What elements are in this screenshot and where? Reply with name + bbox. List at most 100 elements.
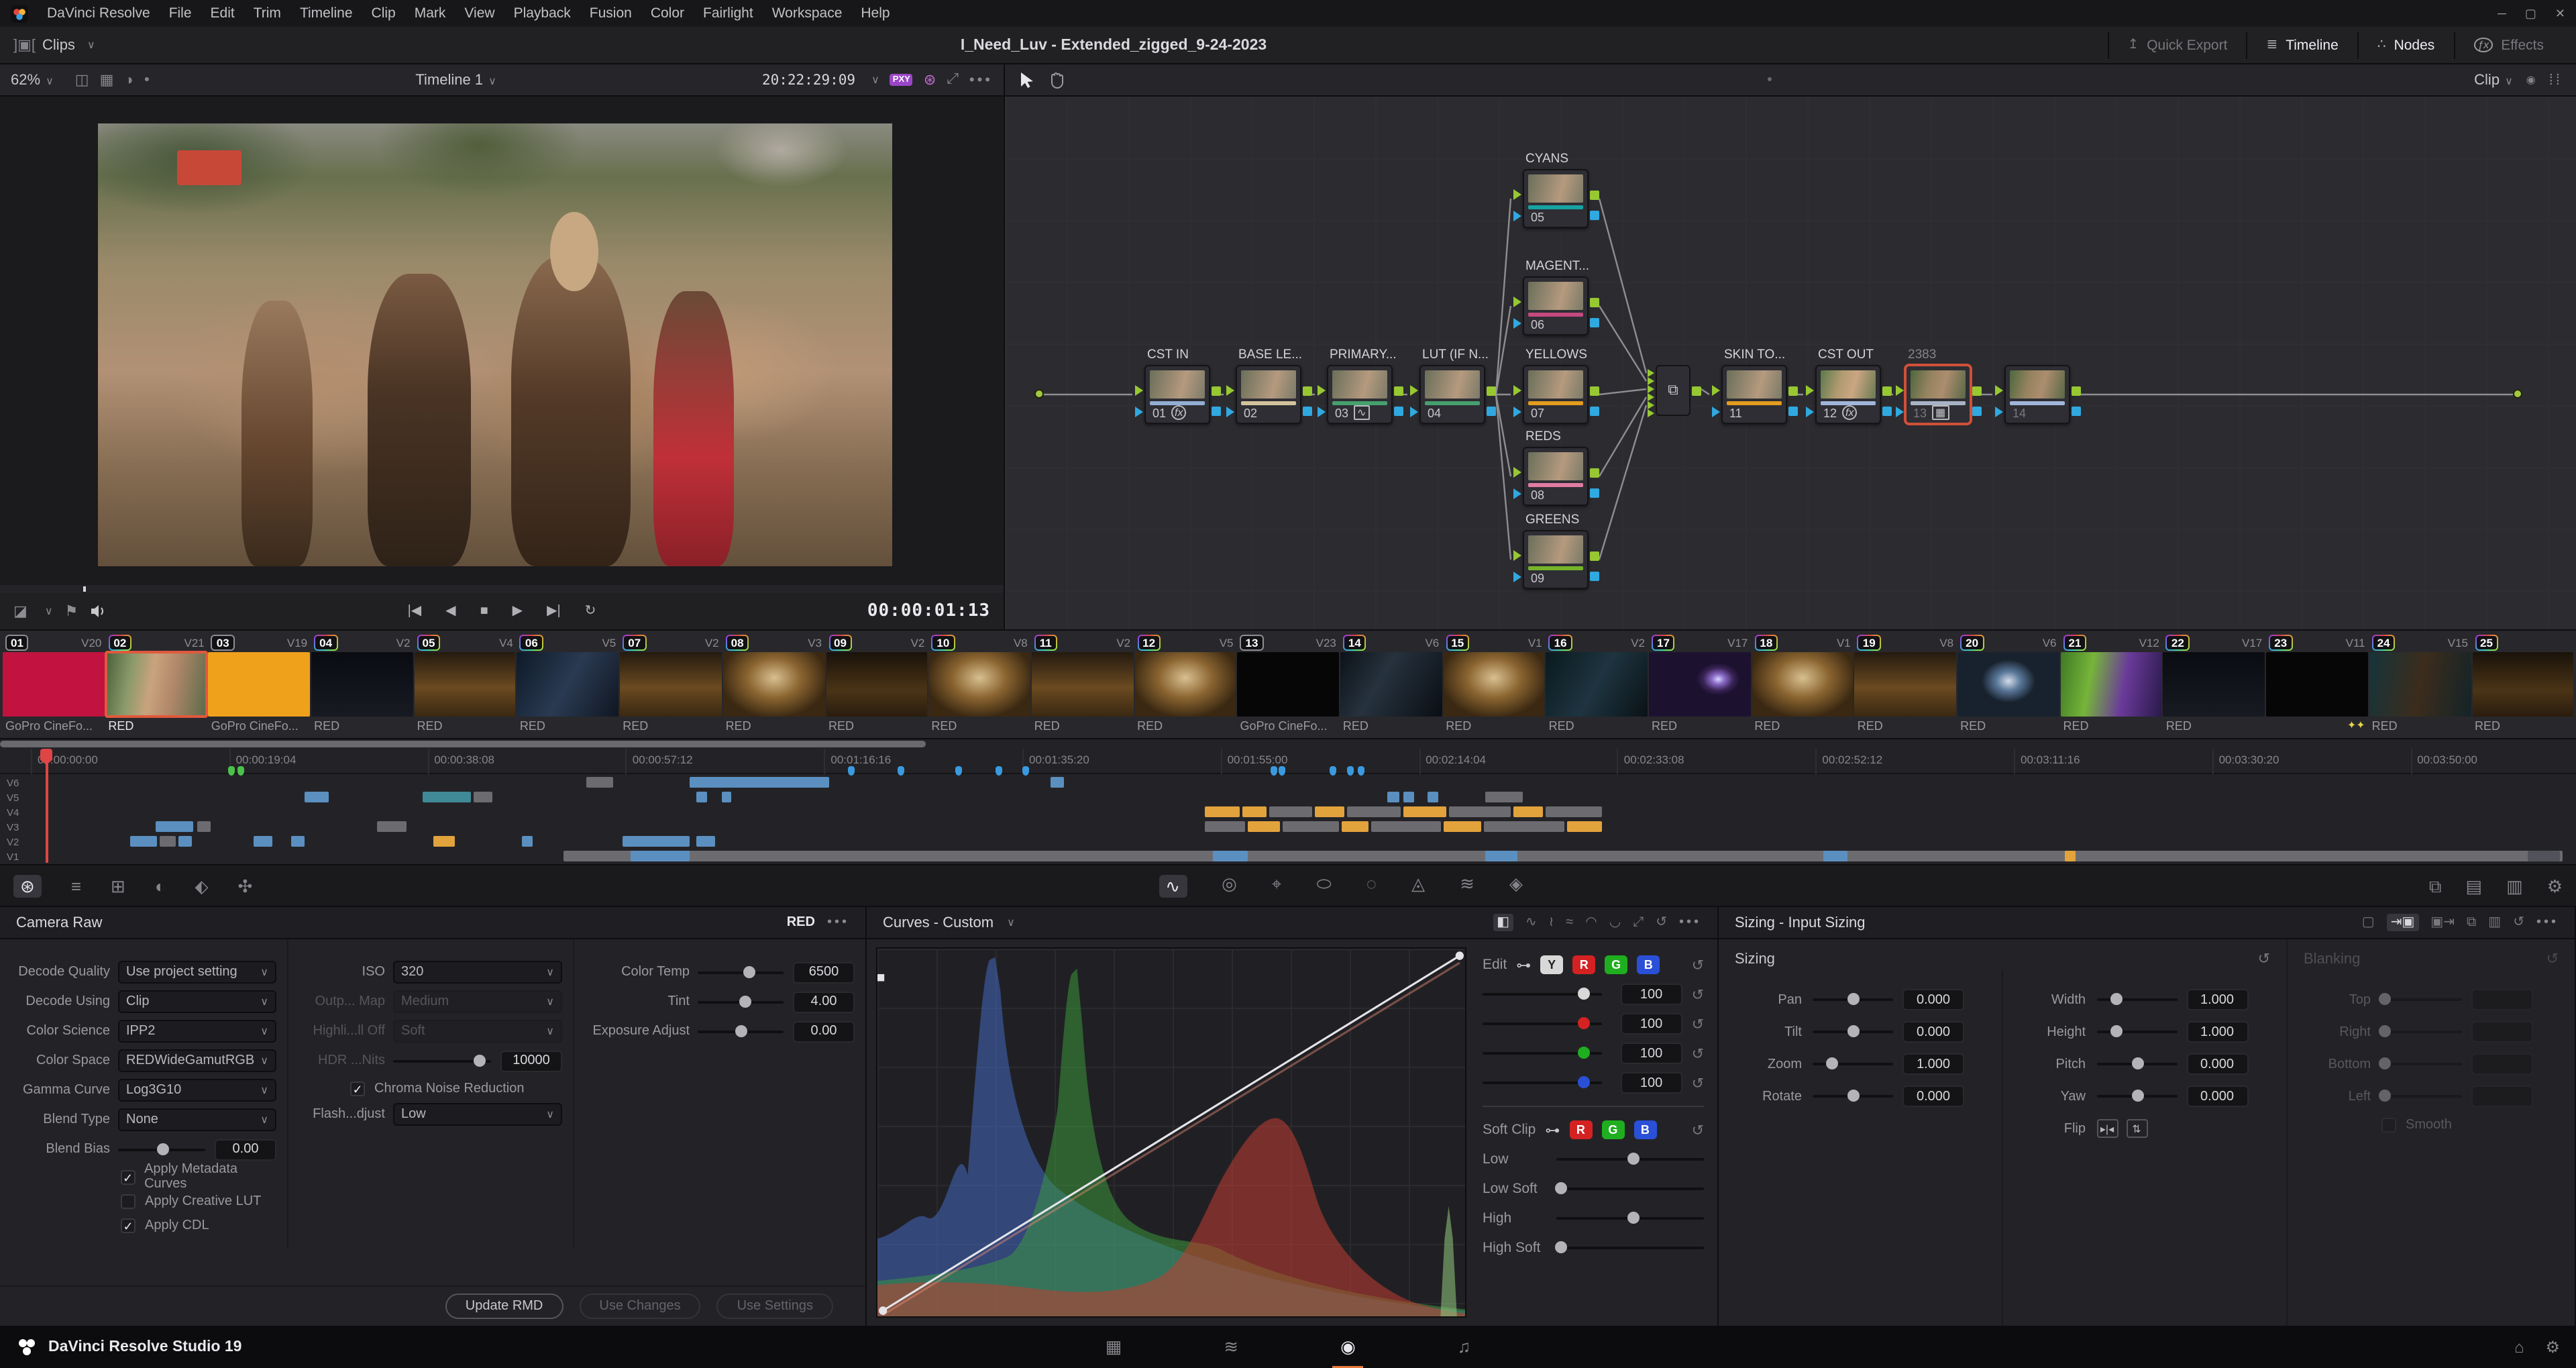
clip-24[interactable]: 24V15RED xyxy=(2369,632,2471,737)
clip-01[interactable]: 01V20GoPro CineFo... xyxy=(3,632,104,737)
node-13-2383[interactable]: 238313▦ xyxy=(1905,365,1971,424)
rgb-output-port[interactable] xyxy=(1487,386,1496,396)
sizing-slider-tilt[interactable] xyxy=(1813,1031,1893,1033)
color-page-icon[interactable]: ◉ xyxy=(1332,1330,1364,1363)
curves-layout-icon[interactable]: ◧ xyxy=(1493,914,1513,931)
primaries-bars-icon[interactable]: ≡ xyxy=(71,877,81,894)
clip-thumbnail[interactable] xyxy=(1032,652,1133,717)
key-input-port[interactable] xyxy=(1513,211,1527,221)
clip-thumbnail[interactable] xyxy=(2163,652,2265,717)
clip-14[interactable]: 14V6RED xyxy=(1340,632,1442,737)
timeline-clip-block[interactable] xyxy=(1513,806,1543,817)
sizing-slider-left[interactable] xyxy=(2381,1095,2462,1098)
clip-19[interactable]: 19V8RED xyxy=(1855,632,1956,737)
key-input-port[interactable] xyxy=(1712,407,1725,417)
value-exposure-adjust[interactable]: 0.00 xyxy=(793,1020,855,1042)
curve-type-2-icon[interactable]: ≀ xyxy=(1549,915,1554,930)
camera-raw-options-icon[interactable]: ••• xyxy=(827,915,849,930)
clip-11[interactable]: 11V2RED xyxy=(1032,632,1133,737)
timeline-clip-block[interactable] xyxy=(1248,821,1280,832)
slider-knob[interactable] xyxy=(2379,1057,2391,1069)
timeline-clip-block[interactable] xyxy=(474,792,492,802)
node-tree-output-dot[interactable] xyxy=(2513,389,2522,399)
menu-item-view[interactable]: View xyxy=(464,5,494,21)
curve-gain-slider[interactable] xyxy=(1483,1022,1602,1025)
clip-thumbnail[interactable] xyxy=(1340,652,1442,717)
select-highli-ll-off[interactable]: Soft∨ xyxy=(393,1020,562,1043)
quick-export-toggle[interactable]: ↥Quick Export xyxy=(2107,32,2246,58)
soft-clip-slider[interactable] xyxy=(1556,1158,1704,1161)
channel-g-button[interactable]: G xyxy=(1605,955,1627,974)
key-icon[interactable]: ◈ xyxy=(1509,874,1523,897)
clips-dropdown[interactable]: Clips xyxy=(42,37,75,53)
color-wheels-icon[interactable]: ⊛ xyxy=(13,874,42,897)
value-hdr-nits[interactable]: 10000 xyxy=(500,1050,562,1071)
curves-icon[interactable]: ∿ xyxy=(1159,874,1187,897)
node-graph-canvas[interactable]: CST IN01fxBASE LE...02PRIMARY...03∿LUT (… xyxy=(1005,97,2576,629)
node-view-mode[interactable]: Clip∨ xyxy=(2474,72,2513,88)
rgb-input-port[interactable] xyxy=(1896,385,1909,396)
flip-vertical-icon[interactable]: ⇅ xyxy=(2126,1119,2147,1138)
media-page-icon[interactable]: ▦ xyxy=(1097,1330,1130,1363)
clip-thumbnail[interactable] xyxy=(1546,652,1648,717)
slider-exposure-adjust[interactable] xyxy=(698,1030,784,1033)
timeline-clip-block[interactable] xyxy=(197,821,211,832)
color-match-icon[interactable]: ⊞ xyxy=(111,877,125,894)
clip-17[interactable]: 17V17RED xyxy=(1649,632,1750,737)
clip-thumbnail[interactable] xyxy=(415,652,516,717)
curves-options-icon[interactable]: ••• xyxy=(1679,915,1701,930)
viewer-zoom-select[interactable]: 62%∨ xyxy=(11,72,54,88)
timeline-clip-block[interactable] xyxy=(1403,792,1414,802)
step-back-button[interactable]: ◀ xyxy=(445,604,455,619)
timeline-clip-block[interactable] xyxy=(130,836,157,847)
crop-mode-icon[interactable]: ▢ xyxy=(2362,915,2375,930)
timeline-clip-block[interactable] xyxy=(1484,821,1564,832)
menu-item-edit[interactable]: Edit xyxy=(211,5,235,21)
timeline-clip-block[interactable] xyxy=(160,836,176,847)
viewer-scrubber[interactable] xyxy=(0,585,1004,593)
timeline-clip-block[interactable] xyxy=(1342,821,1368,832)
slider-color-temp[interactable] xyxy=(698,971,784,974)
menu-item-mark[interactable]: Mark xyxy=(415,5,446,21)
mixer-input-port[interactable] xyxy=(1648,393,1658,401)
scrubber-playhead[interactable] xyxy=(83,586,86,592)
sizing-slider-right[interactable] xyxy=(2381,1031,2462,1033)
timeline-clip-block[interactable] xyxy=(1269,806,1312,817)
input-sizing-icon[interactable]: ⇥▣ xyxy=(2387,914,2419,931)
image-wipe-icon[interactable]: ◪ xyxy=(13,602,28,620)
mixer-input-port[interactable] xyxy=(1648,401,1658,409)
gallery-icon[interactable]: ]▣[ xyxy=(13,36,36,54)
sizing-slider-pitch[interactable] xyxy=(2096,1063,2177,1065)
node-03-primary[interactable]: PRIMARY...03∿ xyxy=(1327,365,1393,424)
slider-knob[interactable] xyxy=(739,995,751,1007)
node-11-skin-to[interactable]: SKIN TO...11 xyxy=(1721,365,1787,424)
sizing-slider-zoom[interactable] xyxy=(1813,1063,1893,1065)
splitscreen-icon[interactable]: ⧉ xyxy=(2429,877,2442,894)
clip-thumbnail[interactable] xyxy=(311,652,413,717)
menu-item-timeline[interactable]: Timeline xyxy=(300,5,353,21)
clip-thumbnail[interactable] xyxy=(2472,652,2573,717)
timeline-clip-block[interactable] xyxy=(1315,806,1344,817)
rgb-input-port[interactable] xyxy=(1513,467,1527,478)
rgb-output-port[interactable] xyxy=(1972,386,1982,396)
fairlight-page-icon[interactable]: ♫ xyxy=(1450,1330,1479,1363)
slider-knob[interactable] xyxy=(474,1054,486,1066)
timeline-clip-block[interactable] xyxy=(2528,851,2560,861)
soft-clip-b-button[interactable]: B xyxy=(1633,1120,1656,1139)
slider-knob[interactable] xyxy=(2110,993,2123,1005)
rgb-output-port[interactable] xyxy=(1394,386,1403,396)
curves-mode-chevron-icon[interactable]: ∨ xyxy=(1007,916,1015,929)
key-output-port[interactable] xyxy=(1590,488,1599,498)
timeline-clip-block[interactable] xyxy=(1242,806,1267,817)
slider-knob[interactable] xyxy=(1577,988,1589,1000)
select-outp-map[interactable]: Medium∨ xyxy=(393,990,562,1013)
loop-button[interactable]: ↻ xyxy=(585,604,596,619)
clip-04[interactable]: 04V2RED xyxy=(311,632,413,737)
curves-histogram[interactable] xyxy=(876,947,1466,1318)
camera-raw-format-badge[interactable]: RED xyxy=(787,915,815,930)
timeline-clip-block[interactable] xyxy=(178,836,192,847)
timeline-toggle[interactable]: ≣Timeline xyxy=(2246,32,2357,58)
node-08-reds[interactable]: REDS08 xyxy=(1523,447,1589,506)
key-input-port[interactable] xyxy=(1410,407,1424,417)
sizing-value-pitch[interactable]: 0.000 xyxy=(2186,1053,2248,1075)
